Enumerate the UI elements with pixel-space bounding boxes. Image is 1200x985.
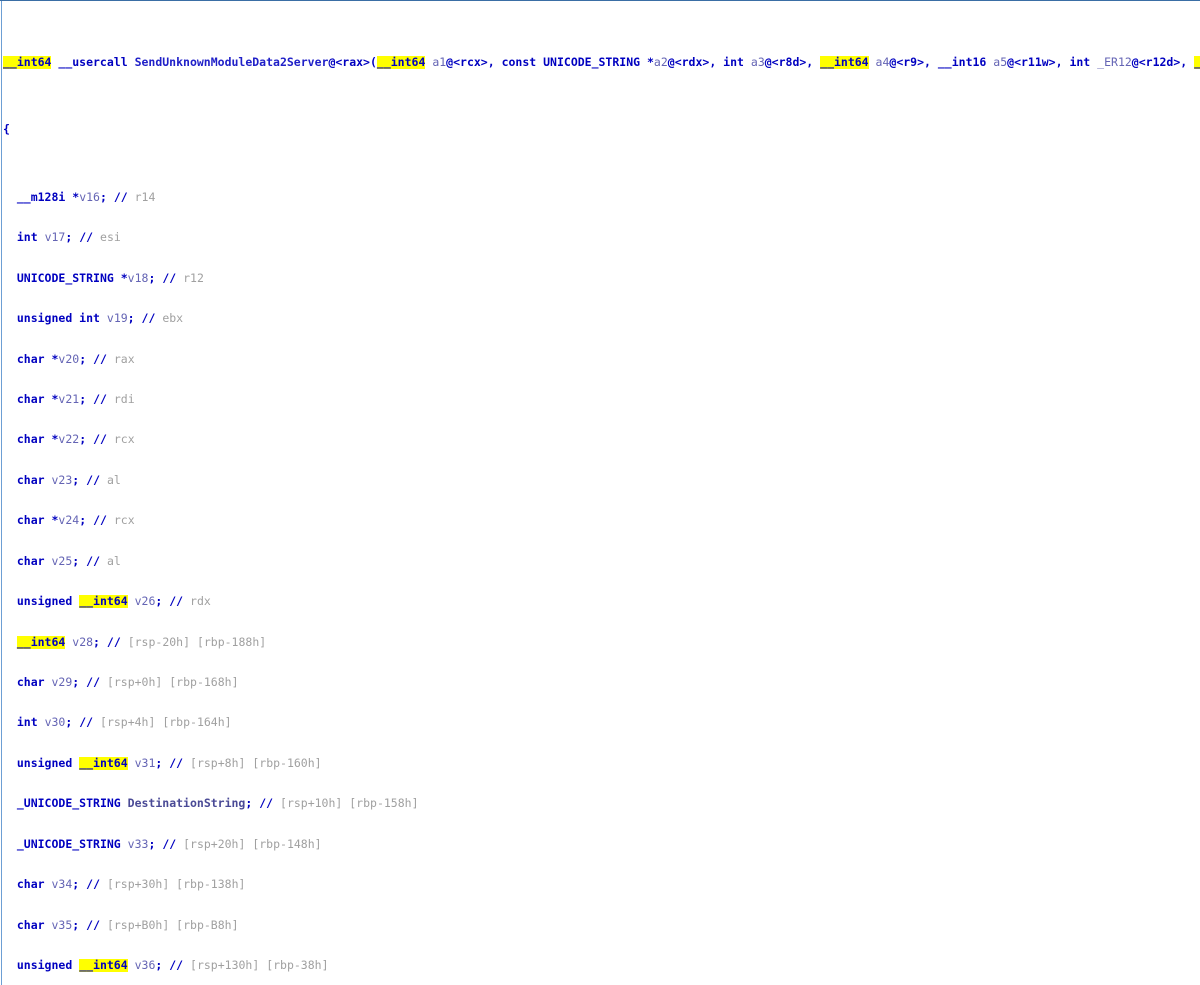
code-line-decl-v20[interactable]: char *v20; // rax — [3, 353, 1200, 366]
highlight-int64-a1[interactable]: __int64 — [376, 55, 426, 69]
code-line-decl-v33[interactable]: _UNICODE_STRING v33; // [rsp+20h] [rbp-1… — [3, 838, 1200, 851]
code-line-decl-v35[interactable]: char v35; // [rsp+B0h] [rbp-B8h] — [3, 919, 1200, 932]
code-line-open-brace[interactable]: { — [3, 123, 1200, 136]
code-line-decl-v18[interactable]: UNICODE_STRING *v18; // r12 — [3, 272, 1200, 285]
code-line-decl-v23[interactable]: char v23; // al — [3, 474, 1200, 487]
code-line-decl-v31[interactable]: unsigned __int64 v31; // [rsp+8h] [rbp-1… — [3, 756, 1200, 770]
highlight-int64-v36[interactable]: __int64 — [79, 959, 128, 973]
highlight-int64-v26[interactable]: __int64 — [79, 595, 128, 609]
code-line-decl-v17[interactable]: int v17; // esi — [3, 231, 1200, 244]
function-name[interactable]: SendUnknownModuleData2Server — [135, 56, 329, 69]
code-line-decl-v26[interactable]: unsigned __int64 v26; // rdx — [3, 595, 1200, 609]
code-line-decl-v22[interactable]: char *v22; // rcx — [3, 433, 1200, 446]
code-line-decl-v28[interactable]: __int64 v28; // [rsp-20h] [rbp-188h] — [3, 635, 1200, 649]
code-line-signature[interactable]: __int64 __usercall SendUnknownModuleData… — [3, 55, 1200, 69]
code-line-decl-v25[interactable]: char v25; // al — [3, 555, 1200, 568]
highlight-int64-v31[interactable]: __int64 — [79, 756, 128, 770]
code-line-decl-v34[interactable]: char v34; // [rsp+30h] [rbp-138h] — [3, 878, 1200, 891]
code-line-decl-v16[interactable]: __m128i *v16; // r14 — [3, 191, 1200, 204]
code-line-decl-v36[interactable]: unsigned __int64 v36; // [rsp+130h] [rbp… — [3, 959, 1200, 973]
left-gutter-line — [1, 1, 2, 985]
pseudocode-view[interactable]: __int64 __usercall SendUnknownModuleData… — [0, 0, 1200, 985]
highlight-int64-return[interactable]: __int64 — [3, 55, 52, 69]
code-line-decl-v24[interactable]: char *v24; // rcx — [3, 514, 1200, 527]
code-line-decl-v19[interactable]: unsigned int v19; // ebx — [3, 312, 1200, 325]
code-line-decl-v29[interactable]: char v29; // [rsp+0h] [rbp-168h] — [3, 676, 1200, 689]
code-line-decl-v21[interactable]: char *v21; // rdi — [3, 393, 1200, 406]
highlight-int64-a7[interactable]: __int64 — [1194, 55, 1200, 69]
code-line-decl-v30[interactable]: int v30; // [rsp+4h] [rbp-164h] — [3, 716, 1200, 729]
pseudocode-text[interactable]: __int64 __usercall SendUnknownModuleData… — [3, 1, 1200, 985]
highlight-int64-a4[interactable]: __int64 — [820, 55, 869, 69]
highlight-int64-v28[interactable]: __int64 — [16, 635, 66, 649]
code-line-decl-destinationstring[interactable]: _UNICODE_STRING DestinationString; // [r… — [3, 797, 1200, 810]
